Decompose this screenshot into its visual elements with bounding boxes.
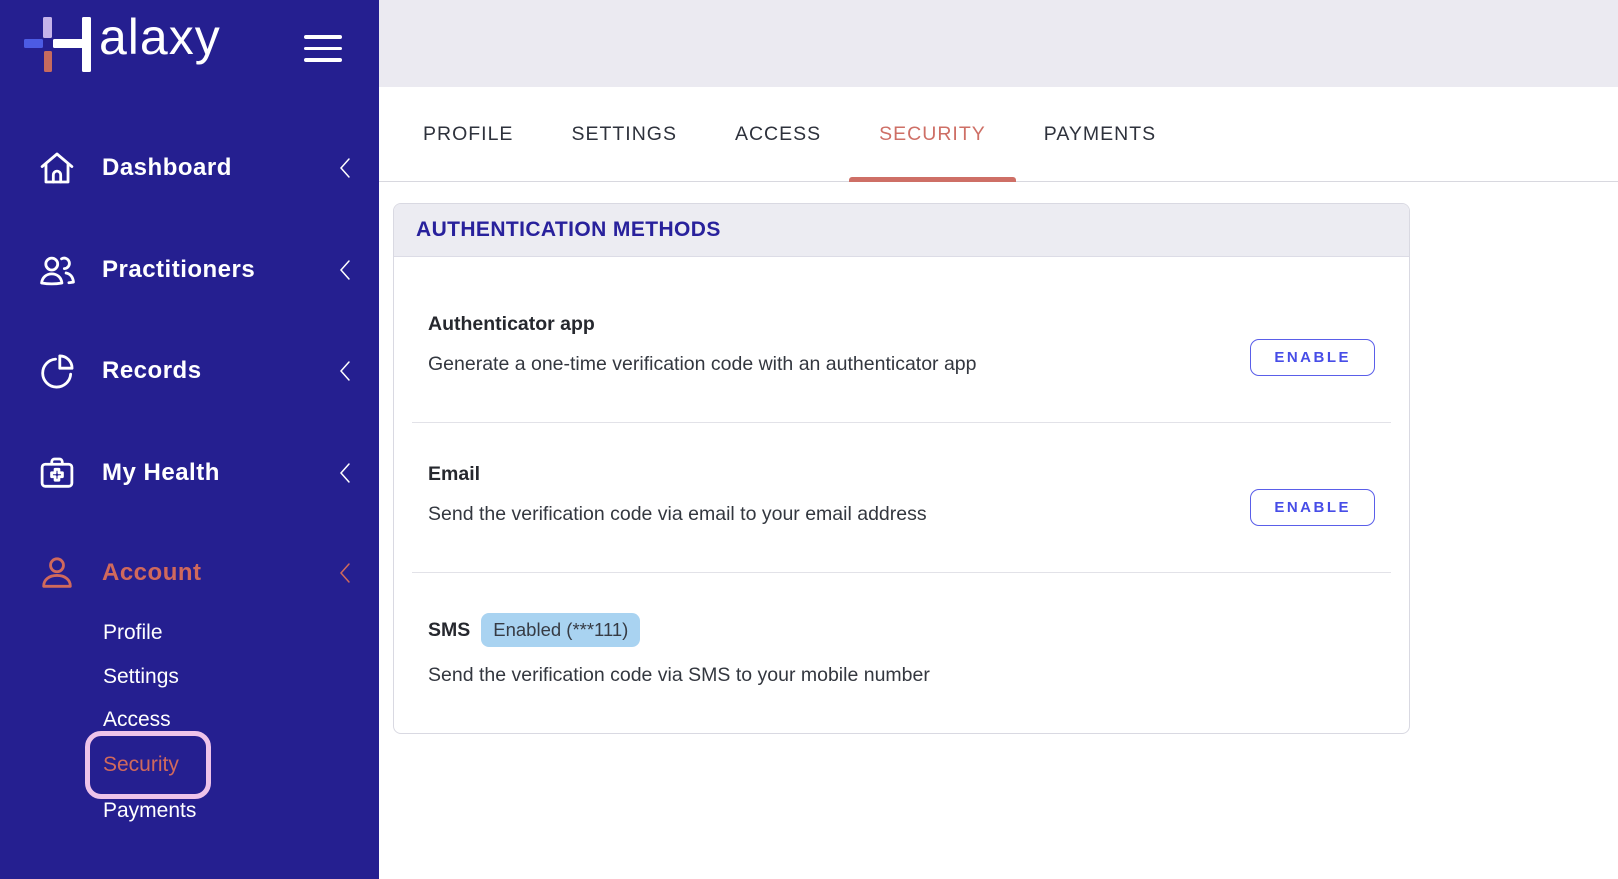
authentication-methods-panel: AUTHENTICATION METHODS Authenticator app… — [393, 203, 1410, 734]
people-icon — [34, 247, 80, 293]
method-description: Send the verification code via email to … — [428, 503, 927, 525]
method-description: Generate a one-time verification code wi… — [428, 353, 977, 375]
person-icon — [34, 550, 80, 596]
chevron-left-icon — [338, 259, 351, 281]
top-bar — [379, 0, 1618, 87]
sidebar-subitem-settings[interactable]: Settings — [103, 665, 179, 689]
account-tabs: PROFILE SETTINGS ACCESS SECURITY PAYMENT… — [379, 87, 1618, 182]
sidebar-item-practitioners[interactable]: Practitioners — [0, 244, 379, 296]
method-name: SMS — [428, 618, 471, 641]
sidebar-item-label: Dashboard — [102, 154, 232, 181]
logo-plus-bottom — [44, 51, 52, 72]
tab-security[interactable]: SECURITY — [849, 123, 1016, 182]
method-row-email: Email Send the verification code via ema… — [394, 423, 1409, 572]
sidebar-item-label: My Health — [102, 459, 220, 486]
halaxy-logo[interactable]: alaxy — [0, 0, 300, 100]
medical-bag-icon — [34, 450, 80, 496]
tab-payments[interactable]: PAYMENTS — [1044, 123, 1156, 146]
sms-enabled-badge: Enabled (***111) — [481, 613, 641, 647]
method-name: Email — [428, 463, 481, 485]
home-icon — [34, 145, 80, 191]
method-description: Send the verification code via SMS to yo… — [428, 664, 930, 686]
logo-h-stem — [82, 17, 91, 72]
sidebar-item-dashboard[interactable]: Dashboard — [0, 142, 379, 194]
method-row-sms: SMS Enabled (***111) Send the verificati… — [394, 573, 1409, 733]
sidebar-item-label: Records — [102, 357, 202, 384]
chevron-left-icon — [338, 462, 351, 484]
main-content: PROFILE SETTINGS ACCESS SECURITY PAYMENT… — [379, 0, 1618, 879]
method-row-authenticator: Authenticator app Generate a one-time ve… — [394, 257, 1409, 422]
sidebar-subitem-security[interactable]: Security — [103, 753, 179, 776]
security-highlight-ring[interactable]: Security — [85, 731, 211, 799]
sidebar-subitem-access[interactable]: Access — [103, 708, 171, 732]
tab-settings[interactable]: SETTINGS — [571, 123, 677, 146]
enable-email-button[interactable]: ENABLE — [1250, 489, 1375, 526]
sidebar-subitem-profile[interactable]: Profile — [103, 621, 163, 645]
panel-title: AUTHENTICATION METHODS — [416, 218, 721, 241]
logo-plus-left — [24, 39, 43, 48]
panel-header: AUTHENTICATION METHODS — [394, 204, 1409, 257]
sidebar-item-label: Account — [102, 559, 202, 586]
chevron-left-icon — [338, 562, 351, 584]
sidebar-item-my-health[interactable]: My Health — [0, 447, 379, 499]
menu-toggle-icon[interactable] — [304, 35, 342, 70]
logo-plus-top — [43, 17, 52, 38]
tab-access[interactable]: ACCESS — [735, 123, 821, 146]
sidebar-item-records[interactable]: Records — [0, 345, 379, 397]
pie-chart-icon — [34, 348, 80, 394]
tab-profile[interactable]: PROFILE — [423, 123, 513, 146]
logo-wordmark: alaxy — [99, 9, 221, 65]
method-name: Authenticator app — [428, 313, 595, 335]
sidebar-subitem-payments[interactable]: Payments — [103, 799, 196, 823]
sidebar-item-label: Practitioners — [102, 256, 256, 283]
sidebar-item-account[interactable]: Account — [0, 547, 379, 599]
sidebar: alaxy Dashboard Practitioners Records My… — [0, 0, 379, 879]
chevron-left-icon — [338, 360, 351, 382]
enable-authenticator-button[interactable]: ENABLE — [1250, 339, 1375, 376]
chevron-left-icon — [338, 157, 351, 179]
